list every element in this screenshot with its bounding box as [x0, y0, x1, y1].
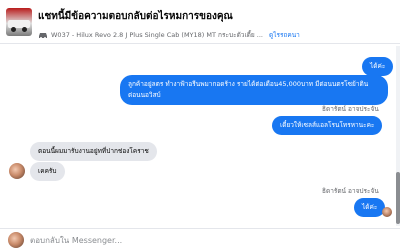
view-listing-link[interactable]: ดูไรรถคนา: [269, 30, 300, 40]
car-icon: [39, 33, 47, 39]
message-text: ลูกค้าอยู่ลตร ทำงาฟ้าอรีนพมากอดร้าง รายไ…: [128, 80, 369, 88]
message-text: ได้ค่ะ: [370, 62, 386, 70]
listing-thumbnail[interactable]: [6, 8, 32, 36]
message-text: ได้ค่ะ: [362, 203, 378, 211]
chat-title: แชทนี้มีข้อความตอบกลับต่อไรหมการของคุณ: [38, 11, 233, 22]
wheel-icon: [22, 27, 27, 32]
message-text: เดี๋ยวให้เซลส์แอลโรนโทรหานะคะ: [280, 121, 375, 129]
reply-input[interactable]: [30, 233, 390, 247]
message-bubble-incoming[interactable]: เคครับ: [30, 162, 65, 181]
wheel-icon: [11, 27, 16, 32]
seen-avatar: [382, 207, 392, 217]
message-bubble-outgoing[interactable]: ลูกค้าอยู่ลตร ทำงาฟ้าอรีนพมากอดร้าง รายไ…: [120, 75, 388, 105]
customer-avatar[interactable]: [9, 163, 25, 179]
message-text: เคครับ: [38, 167, 57, 175]
listing-title: W037 - Hilux Revo 2.8 J Plus Single Cab …: [51, 31, 263, 39]
message-text: ต่อนนอวิสบ์: [128, 91, 161, 99]
listing-info: W037 - Hilux Revo 2.8 J Plus Single Cab …: [38, 29, 300, 41]
message-bubble-outgoing[interactable]: เดี๋ยวให้เซลส์แอลโรนโทรหานะคะ: [272, 116, 383, 135]
reply-composer: [0, 228, 400, 250]
message-text: ตอนนี้ผมมารับงานอยู่ทที่ปากช่องโคราช: [38, 147, 149, 155]
chat-header: แชทนี้มีข้อความตอบกลับต่อไรหมการของคุณ W…: [0, 0, 400, 44]
scrollbar-thumb[interactable]: [396, 172, 400, 224]
message-bubble-outgoing[interactable]: ได้ค่ะ: [362, 57, 394, 76]
page-avatar: [8, 232, 24, 248]
message-bubble-outgoing[interactable]: ได้ค่ะ: [354, 198, 386, 217]
sender-name: ธิดารัตน์ อาจประจัน: [322, 105, 379, 113]
sender-name: ธิดารัตน์ อาจประจัน: [322, 187, 379, 195]
messenger-chat-window: แชทนี้มีข้อความตอบกลับต่อไรหมการของคุณ W…: [0, 0, 400, 250]
message-bubble-incoming[interactable]: ตอนนี้ผมมารับงานอยู่ทที่ปากช่องโคราช: [30, 142, 157, 161]
